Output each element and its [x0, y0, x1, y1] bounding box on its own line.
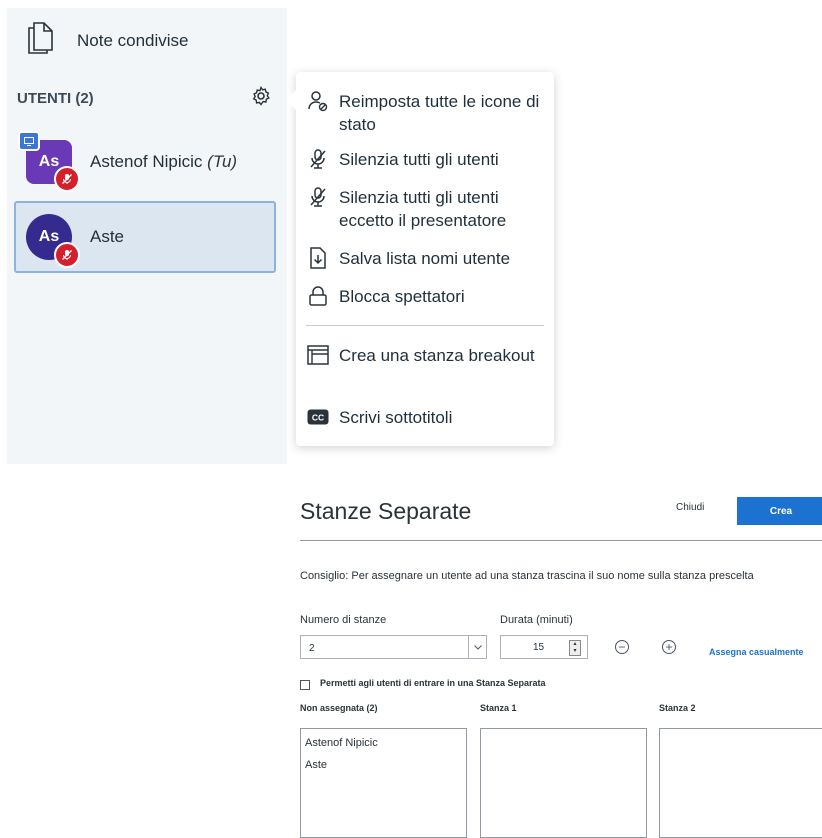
unassigned-users-box[interactable]: Astenof Nipicic Aste [300, 728, 467, 838]
user-list-panel: Note condivise UTENTI (2) As Astenof Nip… [7, 8, 287, 464]
mute-icon [306, 186, 330, 208]
menu-item-write-captions[interactable]: CC Scrivi sottotitoli [306, 406, 546, 429]
user-list-item[interactable]: As Astenof Nipicic (Tu) [14, 126, 276, 198]
avatar: As [26, 214, 80, 268]
allow-join-checkbox[interactable] [300, 680, 310, 690]
menu-item-mute-all-except-presenter[interactable]: Silenzia tutti gli utenti eccetto il pre… [306, 186, 546, 232]
you-tag: (Tu) [207, 152, 238, 171]
dialog-divider [300, 540, 822, 541]
menu-item-mute-all[interactable]: Silenzia tutti gli utenti [306, 148, 546, 171]
shared-notes-item[interactable]: Note condivise [27, 22, 189, 59]
chevron-down-icon [468, 636, 486, 658]
room-2-header: Stanza 2 [659, 703, 696, 713]
increase-duration-button[interactable]: + [662, 640, 676, 654]
rooms-count-select[interactable]: 2 [300, 635, 487, 659]
user-list-item[interactable]: As Aste [14, 201, 276, 273]
users-section-title: UTENTI (2) [17, 90, 94, 107]
room-1-box[interactable] [480, 728, 647, 838]
download-icon [306, 247, 330, 269]
dialog-title: Stanze Separate [300, 498, 472, 524]
user-name: Astenof Nipicic (Tu) [90, 152, 238, 171]
gear-icon[interactable] [251, 85, 271, 111]
rooms-count-label: Numero di stanze [300, 614, 387, 626]
unassigned-header: Non assegnata (2) [300, 703, 378, 713]
presenter-icon [18, 131, 40, 151]
menu-item-save-user-list[interactable]: Salva lista nomi utente [306, 247, 546, 270]
tip-text: Consiglio: Per assegnare un utente ad un… [300, 570, 754, 582]
room-2-box[interactable] [659, 728, 822, 838]
shared-notes-label: Note condivise [77, 30, 189, 50]
user-name: Aste [90, 227, 125, 246]
avatar: As [18, 131, 80, 192]
mute-icon [306, 148, 330, 170]
muted-mic-icon [54, 166, 80, 192]
create-button[interactable]: Crea [737, 497, 822, 525]
menu-item-clear-status[interactable]: Reimposta tutte le icone di stato [306, 90, 546, 136]
stepper-arrows-icon[interactable]: ▴ ▾ [569, 640, 581, 656]
menu-item-create-breakout[interactable]: Crea una stanza breakout [306, 344, 546, 367]
random-assign-link[interactable]: Assegna casualmente [709, 647, 804, 657]
allow-join-label: Permetti agli utenti di entrare in una S… [320, 678, 546, 688]
svg-text:CC: CC [312, 413, 324, 423]
duration-label: Durata (minuti) [500, 614, 573, 626]
menu-item-lock-viewers[interactable]: Blocca spettatori [306, 285, 546, 308]
menu-separator [306, 325, 544, 326]
list-item[interactable]: Aste [305, 759, 466, 773]
muted-mic-icon [54, 242, 80, 268]
duration-stepper[interactable]: 15 ▴ ▾ [500, 635, 588, 659]
breakout-rooms-dialog: Stanze Separate Chiudi Crea Consiglio: P… [300, 490, 822, 838]
user-options-menu: Reimposta tutte le icone di stato Silenz… [286, 72, 554, 446]
clear-status-icon [306, 90, 330, 112]
rooms-icon [306, 344, 330, 366]
close-button[interactable]: Chiudi [676, 502, 704, 513]
decrease-duration-button[interactable]: − [615, 640, 629, 654]
lock-icon [306, 285, 330, 307]
notes-icon [27, 22, 53, 59]
closed-caption-icon: CC [306, 406, 330, 428]
list-item[interactable]: Astenof Nipicic [305, 737, 466, 751]
room-1-header: Stanza 1 [480, 703, 517, 713]
